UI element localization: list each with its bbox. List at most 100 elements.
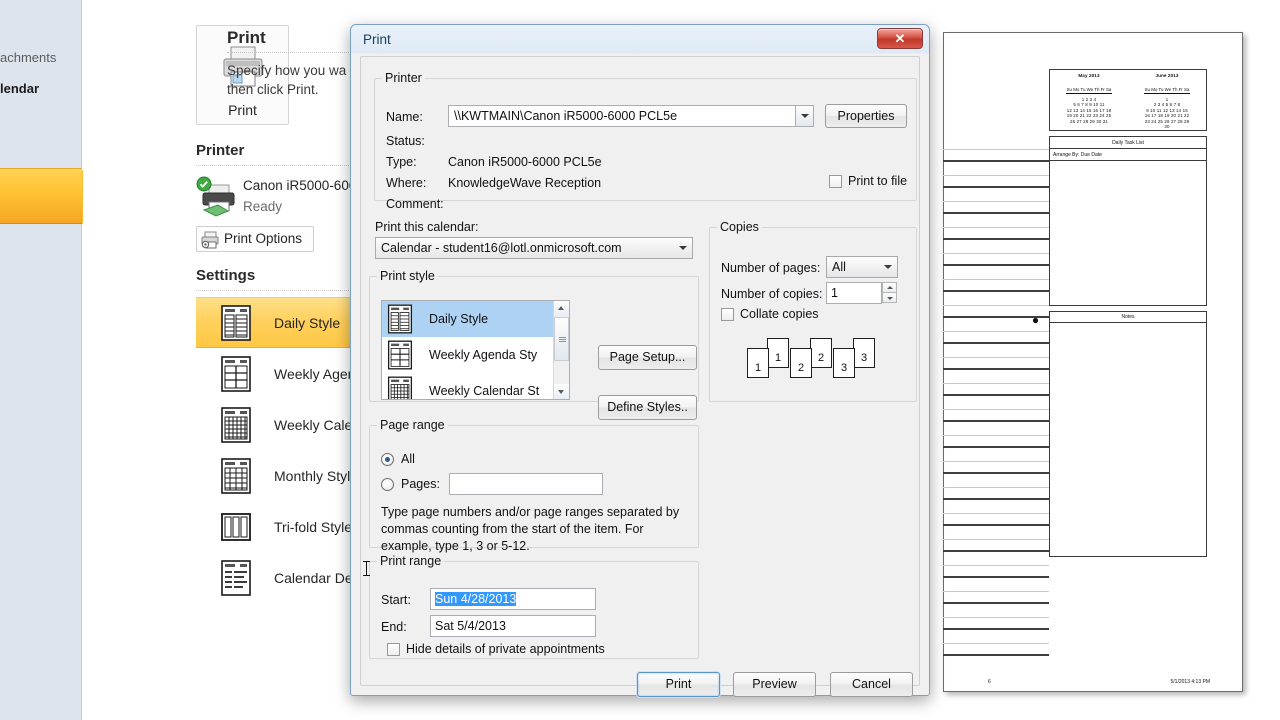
print-style-scrollbar[interactable] (553, 301, 569, 399)
notes-title: Notes (1050, 312, 1206, 323)
preview-page: May 2013 Su Mo Tu We Th Fr Sa 1 2 3 4 5 … (943, 32, 1243, 692)
status-label: Status: (386, 134, 425, 148)
sidebar-item-print-selected[interactable] (0, 168, 95, 225)
time-slot (943, 136, 1049, 162)
preview-daily-task-list: Daily Task List Arrange By: Due Date (1049, 136, 1207, 306)
time-slot (943, 630, 1049, 656)
print-style-option-label: Daily Style (429, 312, 489, 326)
time-slot (943, 266, 1049, 292)
scroll-up-icon[interactable] (554, 301, 569, 316)
collate-copies-checkbox[interactable] (721, 308, 734, 321)
page-title: Print (227, 28, 266, 47)
print-to-file-checkbox[interactable] (829, 175, 842, 188)
preview-timestamp: 5/1/2013 4:13 PM (1170, 679, 1210, 685)
printer-name-combo[interactable]: \\KWTMAIN\Canon iR5000-6000 PCL5e (448, 105, 814, 127)
printer-status-label: Ready (243, 199, 283, 214)
print-style-listbox[interactable]: Daily Style Weekly Agenda Sty Weekly Cal… (381, 300, 570, 400)
sidebar-item-label: achments (0, 50, 57, 65)
collate-preview-stack-2: 2 2 (790, 338, 832, 382)
number-of-copies-stepper[interactable] (882, 282, 898, 304)
define-styles-button[interactable]: Define Styles.. (598, 395, 697, 420)
time-slot (943, 396, 1049, 422)
daily-style-icon (220, 304, 252, 341)
print-preview-pane[interactable]: May 2013 Su Mo Tu We Th Fr Sa 1 2 3 4 5 … (930, 0, 1280, 720)
end-date-input[interactable]: Sat 5/4/2013 (430, 615, 596, 637)
number-of-pages-combo[interactable]: All (826, 256, 898, 278)
printer-group-label: Printer (385, 71, 422, 85)
close-icon[interactable]: ✕ (877, 28, 923, 49)
end-label: End: (381, 620, 407, 634)
print-style-option-daily[interactable]: Daily Style (382, 301, 569, 337)
time-slot (943, 526, 1049, 552)
number-of-pages-value: All (832, 260, 846, 274)
time-slot (943, 422, 1049, 448)
type-value: Canon iR5000-6000 PCL5e (448, 155, 602, 169)
calendar-combo[interactable]: Calendar - student16@lotl.onmicrosoft.co… (375, 237, 693, 259)
backstage-nav: achments lendar (0, 0, 95, 720)
hide-private-checkbox[interactable] (387, 643, 400, 656)
print-to-file-label: Print to file (848, 174, 908, 188)
print-options-button[interactable]: Print Options (196, 226, 314, 252)
mini-calendar-dow: Su Mo Tu We Th Fr Sa (1065, 87, 1113, 94)
print-dialog[interactable]: Print ✕ Printer Name: \\KWTMAIN\Canon iR… (350, 24, 930, 697)
page-setup-button[interactable]: Page Setup... (598, 345, 697, 370)
print-style-option-weekly-agenda[interactable]: Weekly Agenda Sty (382, 337, 569, 373)
where-label: Where: (386, 176, 427, 190)
page-range-all-radio[interactable] (381, 453, 394, 466)
printer-group: Printer Name: \\KWTMAIN\Canon iR5000-600… (374, 71, 917, 211)
sidebar-item-calendar[interactable]: lendar (0, 79, 82, 99)
weekly-calendar-style-icon (387, 376, 413, 399)
copy-sheet-back: 2 (810, 338, 832, 368)
print-style-option-weekly-calendar[interactable]: Weekly Calendar St (382, 373, 569, 399)
chevron-down-icon[interactable] (674, 238, 692, 258)
tri-fold-style-icon (220, 509, 252, 545)
mini-calendar-title: June 2013 (1155, 73, 1179, 78)
settings-style-label: Monthly Style (274, 467, 359, 484)
settings-style-label: Tri-fold Style (274, 518, 353, 535)
cancel-button[interactable]: Cancel (830, 672, 913, 697)
mini-calendar-may: May 2013 Su Mo Tu We Th Fr Sa 1 2 3 4 5 … (1050, 70, 1128, 130)
monthly-style-icon (220, 457, 252, 494)
properties-button[interactable]: Properties (825, 104, 907, 128)
page-range-pages-radio[interactable] (381, 478, 394, 491)
page-range-hint: Type page numbers and/or page ranges sep… (381, 505, 680, 553)
mini-calendar-title: May 2013 (1078, 73, 1100, 78)
where-value: KnowledgeWave Reception (448, 176, 602, 190)
time-slot (943, 162, 1049, 188)
task-list-arrange: Arrange By: Due Date (1050, 149, 1206, 161)
print-this-calendar-label: Print this calendar: (375, 220, 479, 234)
text-cursor-icon (363, 561, 370, 576)
start-date-input[interactable]: Sun 4/28/2013 (430, 588, 596, 610)
copy-sheet-number: 2 (798, 362, 805, 374)
sidebar-item-attachments[interactable]: achments (0, 48, 82, 68)
settings-style-label: Daily Style (274, 314, 341, 331)
preview-page-number: 6 (988, 679, 991, 685)
start-date-value: Sun 4/28/2013 (435, 592, 517, 606)
print-style-option-label: Weekly Agenda Sty (429, 348, 538, 362)
number-of-copies-input[interactable]: 1 (826, 282, 882, 304)
mini-calendar-week: 30 (1164, 124, 1170, 130)
preview-time-slots (943, 136, 1049, 656)
chevron-down-icon[interactable] (795, 106, 813, 126)
mini-calendar-dow: Su Mo Tu We Th Fr Sa (1143, 87, 1191, 94)
copy-sheet-number: 3 (841, 362, 848, 374)
scroll-down-icon[interactable] (554, 384, 569, 399)
time-slot (943, 604, 1049, 630)
print-range-group: Print range Start: Sun 4/28/2013 End: Sa… (369, 554, 699, 659)
print-button[interactable]: Print (637, 672, 720, 697)
time-slot (943, 240, 1049, 266)
pages-input[interactable] (449, 473, 603, 495)
page-range-all-label: All (401, 452, 415, 466)
stepper-down-icon[interactable] (882, 292, 897, 303)
print-description-line1: Specify how you wa (227, 63, 347, 78)
dialog-body: Printer Name: \\KWTMAIN\Canon iR5000-600… (360, 56, 920, 697)
print-options-label: Print Options (224, 231, 303, 246)
print-options-icon (201, 231, 220, 257)
printer-section-heading: Printer (196, 142, 245, 159)
printer-device-icon (196, 176, 240, 225)
scrollbar-thumb[interactable] (554, 317, 569, 361)
weekly-agenda-style-icon (387, 340, 413, 370)
type-label: Type: (386, 155, 417, 169)
chevron-down-icon[interactable] (879, 257, 897, 277)
preview-button[interactable]: Preview (733, 672, 816, 697)
